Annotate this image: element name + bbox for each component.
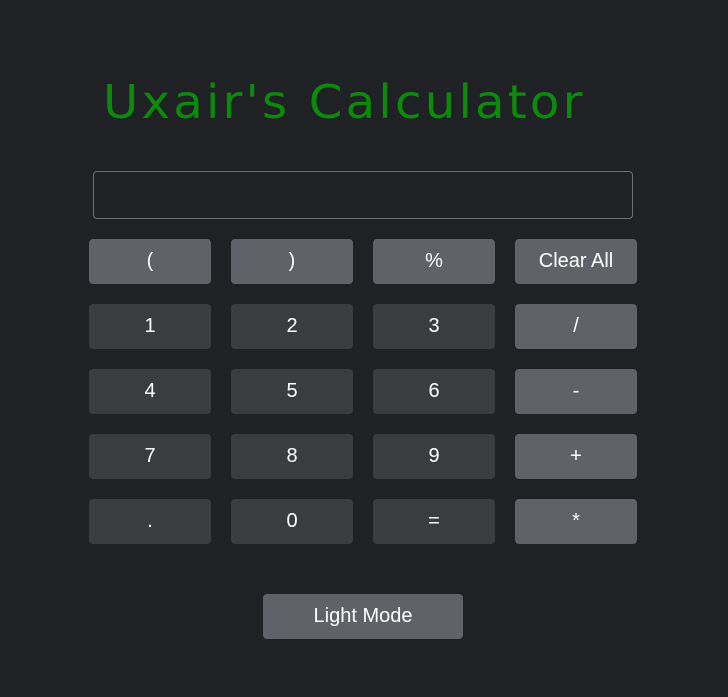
digit-6-button[interactable]: 6 — [373, 369, 495, 414]
percent-button[interactable]: % — [373, 239, 495, 284]
minus-button[interactable]: - — [515, 369, 637, 414]
divide-button[interactable]: / — [515, 304, 637, 349]
equals-button[interactable]: = — [373, 499, 495, 544]
calculator-display[interactable] — [93, 171, 633, 219]
digit-0-button[interactable]: 0 — [231, 499, 353, 544]
keypad: ( ) % Clear All 1 2 3 / 4 5 6 - 7 8 9 + … — [89, 239, 637, 544]
clear-all-button[interactable]: Clear All — [515, 239, 637, 284]
digit-8-button[interactable]: 8 — [231, 434, 353, 479]
digit-2-button[interactable]: 2 — [231, 304, 353, 349]
digit-7-button[interactable]: 7 — [89, 434, 211, 479]
digit-4-button[interactable]: 4 — [89, 369, 211, 414]
digit-5-button[interactable]: 5 — [231, 369, 353, 414]
digit-9-button[interactable]: 9 — [373, 434, 495, 479]
digit-3-button[interactable]: 3 — [373, 304, 495, 349]
multiply-button[interactable]: * — [515, 499, 637, 544]
open-paren-button[interactable]: ( — [89, 239, 211, 284]
app-title: Uxair's Calculator — [103, 75, 586, 129]
close-paren-button[interactable]: ) — [231, 239, 353, 284]
light-mode-button[interactable]: Light Mode — [263, 594, 463, 639]
digit-1-button[interactable]: 1 — [89, 304, 211, 349]
decimal-button[interactable]: . — [89, 499, 211, 544]
plus-button[interactable]: + — [515, 434, 637, 479]
